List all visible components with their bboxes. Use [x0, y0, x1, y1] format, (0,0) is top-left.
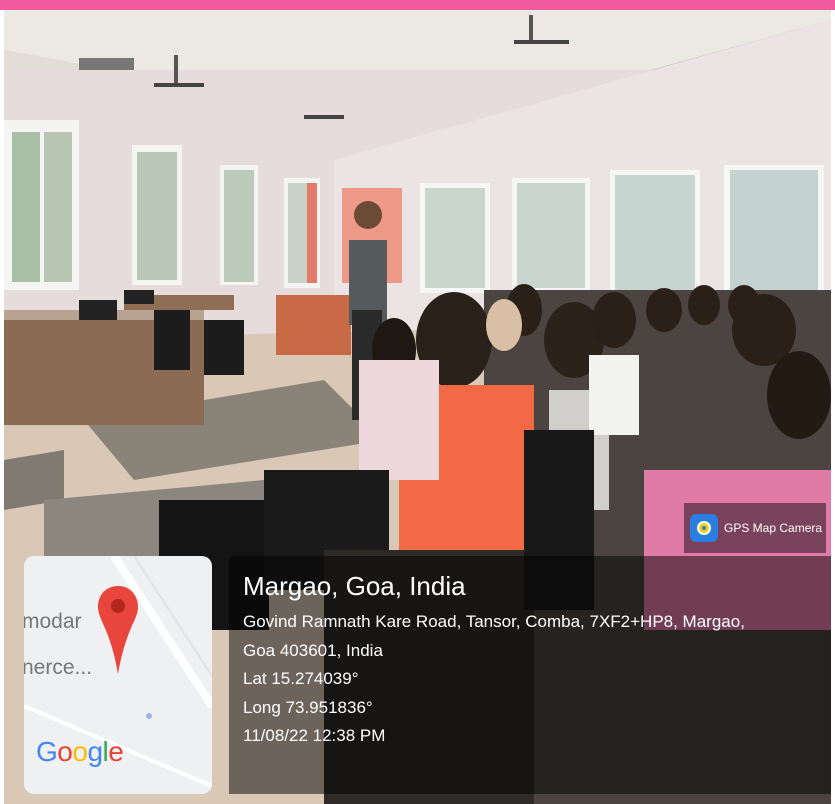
google-logo: Google: [36, 736, 124, 767]
map-thumbnail: modar nerce... Google: [24, 556, 212, 794]
longitude: Long 73.951836°: [243, 697, 373, 717]
map-place-label: nerce...: [24, 656, 93, 679]
map-pin-icon: [98, 586, 138, 674]
address-line: Govind Ramnath Kare Road, Tansor, Comba,…: [243, 612, 745, 631]
address-line: Goa 403601, India: [243, 640, 383, 660]
badge-label: GPS Map Camera: [724, 521, 823, 535]
gps-map-camera-badge: GPS Map Camera: [684, 503, 826, 553]
top-bar: [0, 0, 835, 10]
location-title: Margao, Goa, India: [243, 571, 466, 601]
gps-map-camera-icon: [690, 514, 718, 542]
location-info: Margao, Goa, India Govind Ramnath Kare R…: [243, 570, 745, 751]
map-place-label: modar: [24, 610, 82, 633]
latitude: Lat 15.274039°: [243, 669, 359, 688]
datetime: 11/08/22 12:38 PM: [243, 726, 386, 745]
